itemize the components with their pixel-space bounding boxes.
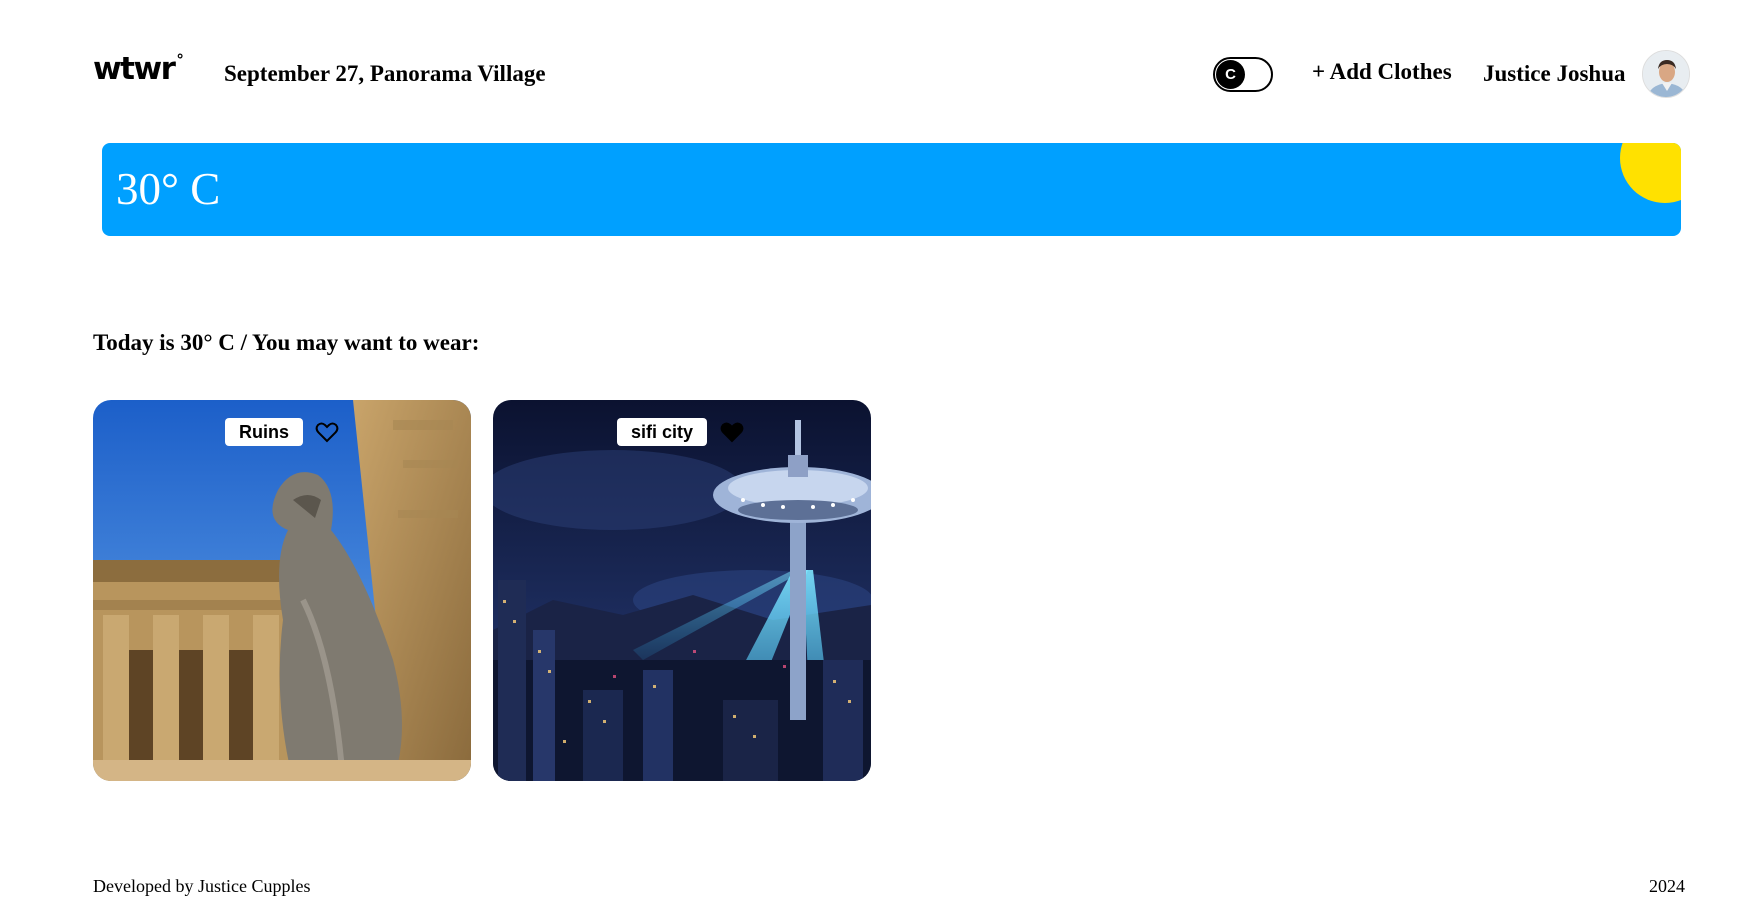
weather-temperature: 30° C [116, 164, 221, 214]
weather-banner: 30° C [102, 143, 1681, 236]
card-image [493, 400, 871, 781]
toggle-option-f: F [1253, 66, 1263, 83]
clothing-card[interactable]: sifi city [493, 400, 871, 781]
temperature-unit-toggle[interactable]: F C [1213, 57, 1273, 92]
developer-credit: Developed by Justice Cupples [93, 876, 311, 896]
recommendation-text: Today is 30° C / You may want to wear: [93, 330, 480, 355]
avatar[interactable] [1642, 50, 1690, 98]
footer-year: 2024 [1649, 876, 1685, 896]
clothing-card[interactable]: Ruins [93, 400, 471, 781]
sun-icon [1620, 143, 1681, 203]
logo-text: wtwr [93, 51, 176, 87]
toggle-knob-c: C [1216, 60, 1245, 89]
logo[interactable]: wtwr ° [93, 51, 184, 87]
heart-outline-icon[interactable] [315, 420, 339, 444]
date-location: September 27, Panorama Village [224, 61, 546, 86]
card-image [93, 400, 471, 781]
heart-filled-icon[interactable] [720, 420, 744, 444]
user-name[interactable]: Justice Joshua [1483, 61, 1626, 87]
card-name: Ruins [225, 418, 304, 446]
header: wtwr ° September 27, Panorama Village F C… [93, 48, 1690, 102]
card-name: sifi city [617, 418, 708, 446]
logo-mark: ° [176, 51, 184, 69]
add-clothes-button[interactable]: + Add Clothes [1312, 59, 1452, 85]
